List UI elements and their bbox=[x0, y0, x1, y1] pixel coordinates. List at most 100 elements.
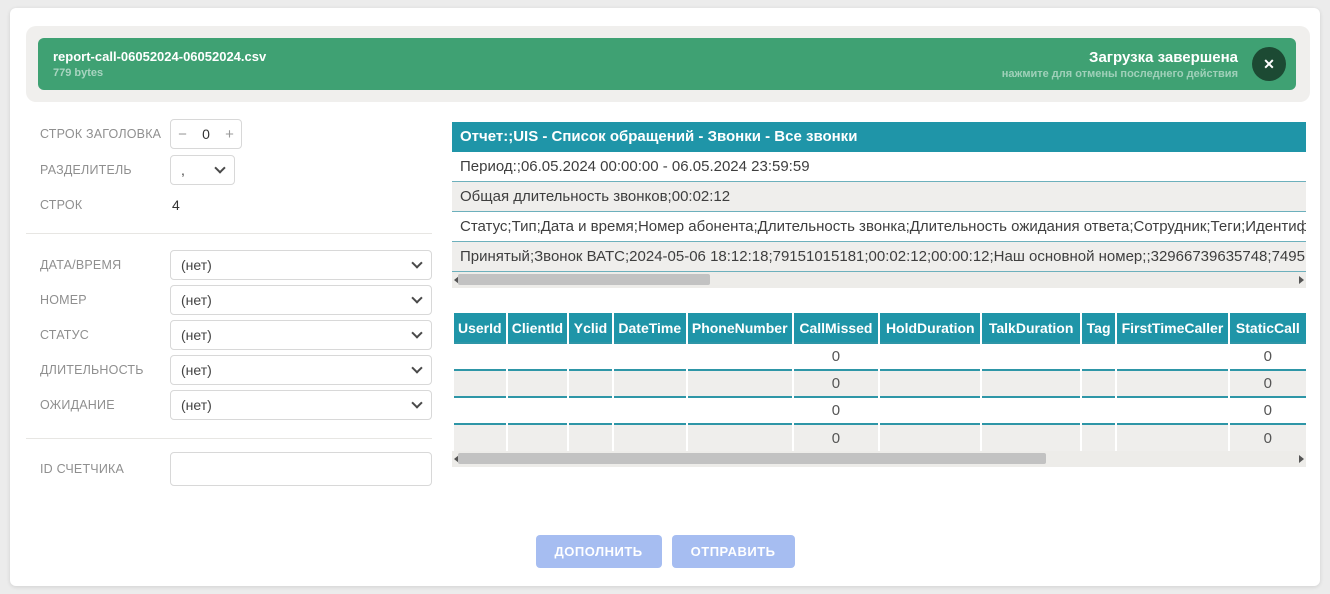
dismiss-upload-button[interactable]: ✕ bbox=[1252, 47, 1286, 81]
upload-banner[interactable]: report-call-06052024-06052024.csv 779 by… bbox=[38, 38, 1296, 90]
column-header-holdduration: HoldDuration bbox=[879, 313, 981, 343]
horizontal-scrollbar[interactable] bbox=[452, 272, 1306, 288]
table-cell bbox=[1116, 424, 1228, 451]
uploaded-file-size: 779 bytes bbox=[53, 67, 266, 79]
table-cell bbox=[981, 370, 1081, 397]
table-cell bbox=[453, 424, 507, 451]
stepper-value: 0 bbox=[194, 126, 218, 142]
header-rows-stepper[interactable]: − 0 + bbox=[170, 119, 242, 149]
decrement-button[interactable]: − bbox=[171, 126, 194, 143]
scrollbar-thumb[interactable] bbox=[458, 453, 1046, 464]
table-cell bbox=[981, 343, 1081, 370]
table-cell: 0 bbox=[1229, 424, 1306, 451]
column-header-userid: UserId bbox=[453, 313, 507, 343]
csv-preview-row: Отчет:;UIS - Список обращений - Звонки -… bbox=[452, 122, 1306, 152]
datetime-label: ДАТА/ВРЕМЯ bbox=[40, 258, 170, 272]
number-select-value: (нет) bbox=[181, 292, 212, 308]
scrollbar-thumb[interactable] bbox=[458, 274, 710, 285]
table-row: 0 0 bbox=[453, 370, 1306, 397]
submit-button[interactable]: ОТПРАВИТЬ bbox=[672, 535, 795, 568]
table-cell bbox=[1116, 370, 1228, 397]
table-row: 0 0 bbox=[453, 397, 1306, 424]
number-label: НОМЕР bbox=[40, 293, 170, 307]
table-cell bbox=[568, 343, 612, 370]
column-header-datetime: DateTime bbox=[613, 313, 687, 343]
rows-count-value: 4 bbox=[170, 197, 180, 213]
duration-select[interactable]: (нет) bbox=[170, 355, 432, 385]
chevron-down-icon bbox=[411, 257, 422, 268]
header-rows-label: СТРОК ЗАГОЛОВКА bbox=[40, 127, 170, 141]
column-header-talkduration: TalkDuration bbox=[981, 313, 1081, 343]
scroll-right-arrow-icon[interactable] bbox=[1299, 455, 1304, 463]
delimiter-label: РАЗДЕЛИТЕЛЬ bbox=[40, 163, 170, 177]
preview-panel: Отчет:;UIS - Список обращений - Звонки -… bbox=[452, 122, 1306, 467]
table-cell bbox=[687, 343, 793, 370]
table-cell bbox=[879, 343, 981, 370]
table-cell bbox=[507, 343, 569, 370]
spacer bbox=[452, 288, 1306, 313]
table-cell bbox=[1116, 343, 1228, 370]
column-header-clientid: ClientId bbox=[507, 313, 569, 343]
table-cell bbox=[687, 397, 793, 424]
chevron-down-icon bbox=[411, 292, 422, 303]
table-cell: 0 bbox=[793, 397, 880, 424]
divider bbox=[26, 233, 432, 234]
uploaded-file-name: report-call-06052024-06052024.csv bbox=[53, 49, 266, 64]
upload-status-subtitle: нажмите для отмены последнего действия bbox=[1002, 68, 1238, 80]
table-cell bbox=[568, 397, 612, 424]
table-cell bbox=[453, 397, 507, 424]
table-cell bbox=[613, 397, 687, 424]
status-select-value: (нет) bbox=[181, 327, 212, 343]
csv-preview-row: Принятый;Звонок ВАТС;2024-05-06 18:12:18… bbox=[452, 242, 1306, 272]
table-cell bbox=[687, 370, 793, 397]
table-cell bbox=[981, 397, 1081, 424]
table-cell bbox=[879, 424, 981, 451]
scroll-right-arrow-icon[interactable] bbox=[1299, 276, 1304, 284]
table-cell bbox=[613, 343, 687, 370]
horizontal-scrollbar[interactable] bbox=[452, 451, 1306, 467]
table-cell: 0 bbox=[793, 424, 880, 451]
column-header-phonenumber: PhoneNumber bbox=[687, 313, 793, 343]
append-button[interactable]: ДОПОЛНИТЬ bbox=[536, 535, 662, 568]
table-row: 0 0 bbox=[453, 424, 1306, 451]
csv-preview-row: Общая длительность звонков;00:02:12 bbox=[452, 182, 1306, 212]
table-cell bbox=[1116, 397, 1228, 424]
table-cell bbox=[879, 370, 981, 397]
column-header-staticcall: StaticCall bbox=[1229, 313, 1306, 343]
upload-dropzone[interactable]: report-call-06052024-06052024.csv 779 by… bbox=[26, 26, 1310, 102]
table-cell bbox=[879, 397, 981, 424]
datetime-select-value: (нет) bbox=[181, 257, 212, 273]
counter-id-input[interactable] bbox=[170, 452, 432, 486]
table-cell bbox=[507, 424, 569, 451]
column-header-yclid: Yclid bbox=[568, 313, 612, 343]
delimiter-select[interactable]: , bbox=[170, 155, 235, 185]
table-cell: 0 bbox=[1229, 343, 1306, 370]
delimiter-select-value: , bbox=[181, 162, 185, 178]
table-cell bbox=[568, 370, 612, 397]
column-header-tag: Tag bbox=[1081, 313, 1116, 343]
waiting-label: ОЖИДАНИЕ bbox=[40, 398, 170, 412]
chevron-down-icon bbox=[411, 397, 422, 408]
datetime-select[interactable]: (нет) bbox=[170, 250, 432, 280]
column-header-firsttimecaller: FirstTimeCaller bbox=[1116, 313, 1228, 343]
duration-select-value: (нет) bbox=[181, 362, 212, 378]
csv-preview-row: Период:;06.05.2024 00:00:00 - 06.05.2024… bbox=[452, 152, 1306, 182]
footer-actions: ДОПОЛНИТЬ ОТПРАВИТЬ bbox=[10, 535, 1320, 568]
rows-count-label: СТРОК bbox=[40, 198, 170, 212]
number-select[interactable]: (нет) bbox=[170, 285, 432, 315]
increment-button[interactable]: + bbox=[218, 126, 241, 143]
table-cell bbox=[453, 343, 507, 370]
status-label: СТАТУС bbox=[40, 328, 170, 342]
table-cell bbox=[613, 370, 687, 397]
table-cell bbox=[1081, 424, 1116, 451]
table-cell: 0 bbox=[793, 370, 880, 397]
table-cell: 0 bbox=[793, 343, 880, 370]
waiting-select[interactable]: (нет) bbox=[170, 390, 432, 420]
table-cell bbox=[1081, 370, 1116, 397]
table-cell bbox=[1081, 343, 1116, 370]
status-select[interactable]: (нет) bbox=[170, 320, 432, 350]
table-cell bbox=[507, 370, 569, 397]
duration-label: ДЛИТЕЛЬНОСТЬ bbox=[40, 363, 170, 377]
table-cell: 0 bbox=[1229, 370, 1306, 397]
csv-preview-row: Статус;Тип;Дата и время;Номер абонента;Д… bbox=[452, 212, 1306, 242]
